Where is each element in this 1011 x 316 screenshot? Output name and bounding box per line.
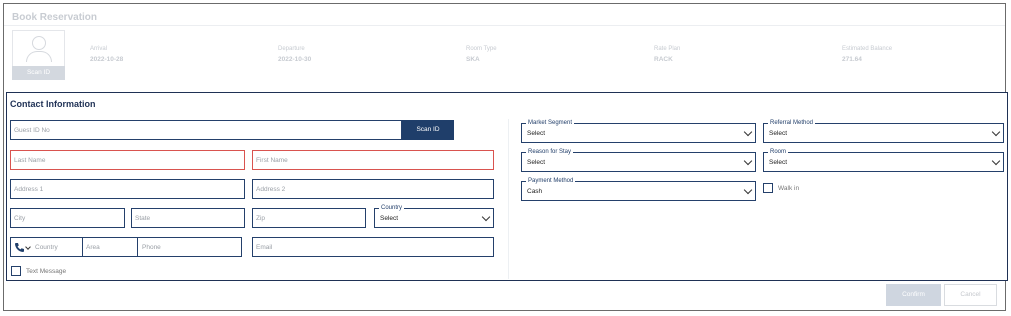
- cancel-button[interactable]: Cancel: [944, 284, 997, 306]
- country-value: Select: [380, 215, 399, 222]
- confirm-button[interactable]: Confirm: [886, 284, 941, 306]
- referral-method-value: Select: [769, 130, 788, 137]
- reason-for-stay-label: Reason for Stay: [526, 149, 574, 156]
- summary-value: 2022-10-28: [90, 56, 124, 63]
- first-name-input[interactable]: First Name: [252, 150, 494, 170]
- address-2-input[interactable]: Address 2: [252, 179, 494, 199]
- market-segment-value: Select: [527, 130, 546, 137]
- dialog-title: Book Reservation: [12, 12, 98, 23]
- referral-method-select[interactable]: Referral Method Select: [763, 120, 1004, 143]
- contact-information-panel: Contact Information Guest ID No Scan ID …: [6, 92, 1008, 281]
- guest-photo-box[interactable]: Scan ID: [12, 30, 65, 80]
- walk-in-label: Walk in: [778, 185, 800, 192]
- summary-value: 271.64: [842, 56, 862, 63]
- summary-room-type: Room Type SKA: [466, 46, 497, 63]
- header-scan-id-button[interactable]: Scan ID: [12, 66, 65, 80]
- text-message-checkbox[interactable]: [11, 266, 21, 276]
- summary-value: SKA: [466, 56, 480, 63]
- state-placeholder: State: [135, 215, 151, 222]
- address-1-placeholder: Address 1: [14, 186, 44, 193]
- phone-input-group[interactable]: Country Area Phone: [10, 237, 242, 257]
- reason-for-stay-select[interactable]: Reason for Stay Select: [521, 149, 756, 172]
- summary-value: RACK: [654, 56, 673, 63]
- summary-arrival: Arrival 2022-10-28: [90, 46, 123, 63]
- summary-value: 2022-10-30: [278, 56, 312, 63]
- email-input[interactable]: Email: [252, 237, 494, 257]
- avatar-head-icon: [32, 36, 46, 50]
- reservation-dialog: Book Reservation Scan ID Arrival 2022-10…: [3, 3, 1008, 311]
- chevron-down-icon: [991, 127, 1001, 137]
- last-name-input[interactable]: Last Name: [10, 150, 245, 170]
- reason-for-stay-value: Select: [527, 159, 546, 166]
- summary-label: Estimated Balance: [842, 46, 893, 52]
- summary-departure: Departure 2022-10-30: [278, 46, 311, 63]
- country-select[interactable]: Country Select: [374, 205, 494, 228]
- market-segment-label: Market Segment: [526, 120, 575, 127]
- country-label: Country: [379, 205, 405, 212]
- phone-icon[interactable]: [14, 242, 24, 253]
- walk-in-checkbox[interactable]: [763, 183, 773, 193]
- first-name-placeholder: First Name: [256, 157, 288, 164]
- panel-title: Contact Information: [10, 99, 96, 109]
- summary-label: Rate Plan: [654, 46, 681, 52]
- referral-method-label: Referral Method: [768, 120, 816, 127]
- summary-estimated-balance: Estimated Balance 271.64: [842, 46, 892, 63]
- room-label: Room: [768, 149, 789, 156]
- chevron-down-icon: [743, 156, 753, 166]
- phone-segment-divider: [137, 238, 138, 256]
- summary-rate-plan: Rate Plan RACK: [654, 46, 680, 63]
- chevron-down-icon: [481, 212, 491, 222]
- room-select[interactable]: Room Select: [763, 149, 1004, 172]
- market-segment-select[interactable]: Market Segment Select: [521, 120, 756, 143]
- last-name-placeholder: Last Name: [14, 157, 46, 164]
- payment-method-value: Cash: [527, 188, 543, 195]
- area-placeholder: Area: [86, 244, 100, 251]
- summary-label: Departure: [278, 46, 305, 52]
- city-placeholder: City: [14, 215, 26, 222]
- phone-placeholder: Phone: [142, 244, 161, 251]
- zip-placeholder: Zip: [256, 215, 266, 222]
- summary-label: Room Type: [466, 46, 497, 52]
- summary-label: Arrival: [90, 46, 108, 52]
- avatar-body-icon: [26, 51, 52, 62]
- city-input[interactable]: City: [10, 208, 125, 228]
- column-divider: [508, 119, 509, 279]
- chevron-down-icon: [743, 185, 753, 195]
- payment-method-label: Payment Method: [526, 178, 576, 185]
- zip-input[interactable]: Zip: [252, 208, 366, 228]
- text-message-label: Text Message: [26, 268, 67, 275]
- phone-segment-divider: [82, 238, 83, 256]
- scan-id-button[interactable]: Scan ID: [402, 120, 454, 140]
- guest-id-placeholder: Guest ID No: [14, 127, 50, 134]
- phone-country-chevron-icon[interactable]: [25, 244, 31, 250]
- email-placeholder: Email: [256, 244, 273, 251]
- chevron-down-icon: [991, 156, 1001, 166]
- guest-id-input[interactable]: Guest ID No: [10, 120, 402, 140]
- phone-country-placeholder: Country: [35, 244, 58, 251]
- address-2-placeholder: Address 2: [256, 186, 286, 193]
- address-1-input[interactable]: Address 1: [10, 179, 245, 199]
- payment-method-select[interactable]: Payment Method Cash: [521, 178, 756, 201]
- chevron-down-icon: [743, 127, 753, 137]
- state-input[interactable]: State: [131, 208, 245, 228]
- header-divider: [4, 25, 1005, 26]
- room-value: Select: [769, 159, 788, 166]
